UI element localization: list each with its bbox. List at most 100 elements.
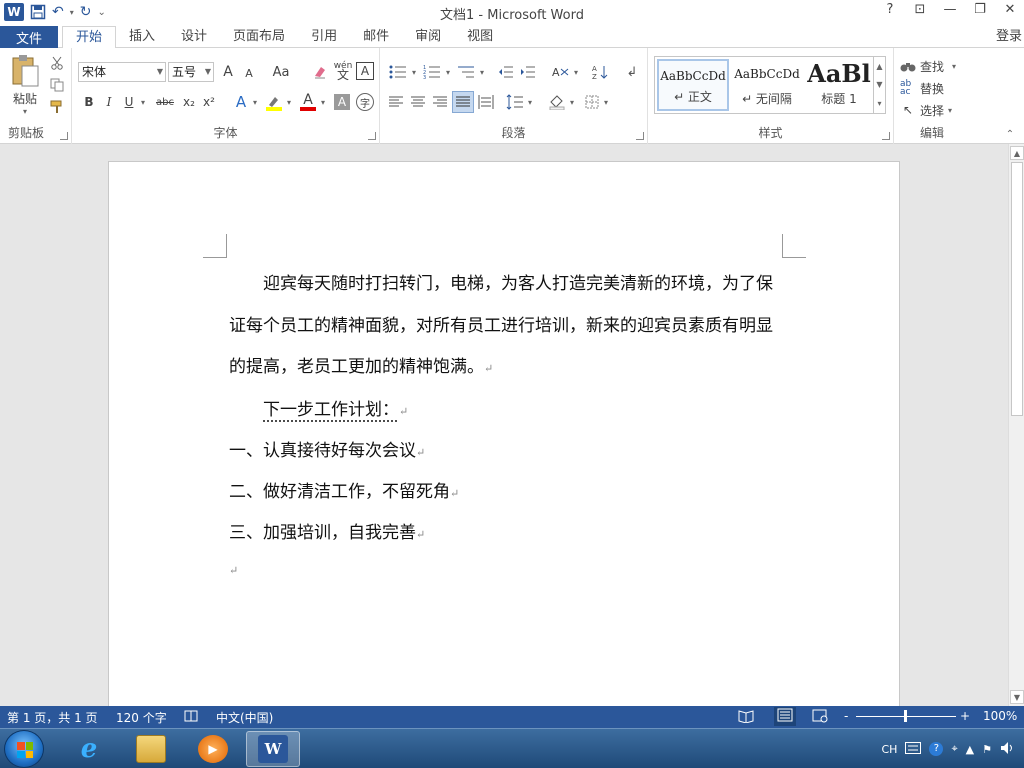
font-color-dropdown-icon[interactable]: ▾ — [318, 92, 328, 112]
paragraph[interactable]: 二、做好清洁工作，不留死角↵ — [229, 472, 785, 513]
close-button[interactable]: ✕ — [1000, 2, 1020, 17]
bullets-dropdown-icon[interactable]: ▾ — [410, 62, 418, 82]
decrease-indent-icon[interactable] — [496, 62, 516, 82]
highlight-dropdown-icon[interactable]: ▾ — [284, 92, 294, 112]
style-heading-1[interactable]: AaBl 标题 1 — [803, 59, 875, 111]
text-effects-dropdown-icon[interactable]: ▾ — [250, 92, 260, 112]
styles-scroll-down-icon[interactable]: ▼ — [876, 80, 882, 89]
collapse-ribbon-icon[interactable]: ⌃ — [1002, 128, 1018, 140]
borders-dropdown-icon[interactable]: ▾ — [602, 92, 610, 112]
scroll-down-icon[interactable]: ▼ — [1010, 690, 1024, 704]
format-painter-icon[interactable] — [48, 98, 66, 116]
asian-layout-icon[interactable]: A — [550, 62, 572, 82]
zoom-slider-thumb[interactable] — [904, 710, 907, 722]
numbering-dropdown-icon[interactable]: ▾ — [444, 62, 452, 82]
font-size-combo[interactable]: 五号 ▼ — [168, 62, 214, 82]
pin-icon[interactable]: ⌖ — [951, 742, 957, 756]
align-right-icon[interactable] — [430, 92, 450, 112]
tab-mailings[interactable]: 邮件 — [350, 26, 402, 48]
find-button[interactable]: 查找 ▾ — [900, 56, 966, 76]
scroll-thumb[interactable] — [1011, 162, 1023, 416]
tab-design[interactable]: 设计 — [168, 26, 220, 48]
subscript-button[interactable]: x₂ — [180, 92, 198, 112]
web-layout-icon[interactable] — [812, 709, 828, 726]
zoom-in-button[interactable]: + — [960, 709, 970, 723]
copy-icon[interactable] — [48, 76, 66, 94]
paragraph-launcher-icon[interactable] — [636, 132, 644, 140]
taskbar-word[interactable]: W — [246, 731, 300, 767]
tab-references[interactable]: 引用 — [298, 26, 350, 48]
bold-button[interactable]: B — [80, 92, 98, 112]
enclose-characters-button[interactable]: 字 — [356, 93, 374, 111]
shading-dropdown-icon[interactable]: ▾ — [568, 92, 576, 112]
document-page[interactable]: 迎宾每天随时打扫转门，电梯，为客人打造完美清新的环境，为了保证每个员工的精神面貌… — [108, 161, 900, 706]
font-name-combo[interactable]: 宋体 ▼ — [78, 62, 166, 82]
shading-icon[interactable] — [546, 92, 568, 112]
paragraph[interactable]: 下一步工作计划：↵ — [229, 390, 785, 431]
styles-more-icon[interactable]: ▾ — [877, 99, 881, 108]
paragraph[interactable]: 一、认真接待好每次会议↵ — [229, 431, 785, 472]
styles-scroll-up-icon[interactable]: ▲ — [876, 62, 882, 71]
taskbar-explorer[interactable] — [124, 731, 178, 767]
tab-page-layout[interactable]: 页面布局 — [220, 26, 298, 48]
show-hidden-icons[interactable]: ▲ — [966, 743, 974, 756]
help-button[interactable]: ? — [880, 2, 900, 17]
align-center-icon[interactable] — [408, 92, 428, 112]
tab-view[interactable]: 视图 — [454, 26, 506, 48]
character-shading-button[interactable]: A — [334, 94, 350, 110]
font-launcher-icon[interactable] — [368, 132, 376, 140]
line-spacing-icon[interactable] — [504, 92, 526, 112]
taskbar-ie[interactable]: e — [62, 731, 116, 767]
taskbar-media-player[interactable]: ▶ — [186, 731, 240, 767]
tab-home[interactable]: 开始 — [62, 26, 117, 49]
italic-button[interactable]: I — [100, 92, 118, 112]
paragraph[interactable]: ↵ — [229, 554, 785, 584]
clear-formatting-icon[interactable] — [310, 62, 330, 82]
print-layout-icon[interactable] — [774, 707, 796, 726]
grow-font-button[interactable]: A — [218, 62, 238, 82]
document-body[interactable]: 迎宾每天随时打扫转门，电梯，为客人打造完美清新的环境，为了保证每个员工的精神面貌… — [229, 264, 785, 584]
clipboard-launcher-icon[interactable] — [60, 132, 68, 140]
document-area[interactable]: 迎宾每天随时打扫转门，电梯，为客人打造完美清新的环境，为了保证每个员工的精神面貌… — [0, 144, 1008, 706]
zoom-out-button[interactable]: - — [844, 709, 848, 723]
language-indicator[interactable]: 中文(中国) — [216, 709, 273, 726]
distributed-icon[interactable] — [476, 92, 496, 112]
scroll-up-icon[interactable]: ▲ — [1010, 146, 1024, 160]
styles-launcher-icon[interactable] — [882, 132, 890, 140]
align-left-icon[interactable] — [386, 92, 406, 112]
highlight-icon[interactable] — [264, 92, 284, 112]
tab-review[interactable]: 审阅 — [402, 26, 454, 48]
multilevel-list-icon[interactable] — [454, 62, 478, 82]
minimize-button[interactable]: — — [940, 2, 960, 17]
sort-icon[interactable]: AZ — [590, 62, 610, 82]
multilevel-dropdown-icon[interactable]: ▾ — [478, 62, 486, 82]
strikethrough-button[interactable]: abc — [152, 92, 178, 112]
paste-dropdown-icon[interactable]: ▾ — [23, 107, 27, 116]
start-button[interactable] — [4, 730, 44, 768]
borders-icon[interactable] — [582, 92, 602, 112]
keyboard-icon[interactable] — [905, 741, 922, 757]
text-effects-button[interactable]: A — [232, 92, 250, 112]
style-normal[interactable]: AaBbCcDd ↵ 正文 — [657, 59, 729, 111]
read-mode-icon[interactable] — [738, 709, 754, 726]
tab-insert[interactable]: 插入 — [116, 26, 168, 48]
shrink-font-button[interactable]: A — [240, 64, 258, 82]
zoom-level[interactable]: 100% — [983, 709, 1017, 723]
asian-layout-dropdown-icon[interactable]: ▾ — [572, 62, 580, 82]
flag-icon[interactable]: ⚑ — [982, 743, 992, 756]
numbering-icon[interactable]: 123 — [420, 62, 444, 82]
volume-icon[interactable] — [1000, 741, 1016, 758]
word-count[interactable]: 120 个字 — [116, 709, 167, 726]
justify-icon[interactable] — [452, 91, 474, 113]
character-border-button[interactable]: A — [356, 62, 374, 80]
paste-button[interactable]: 粘贴 ▾ — [6, 54, 44, 116]
underline-button[interactable]: U — [120, 92, 138, 112]
select-button[interactable]: ↖ 选择 ▾ — [900, 100, 966, 120]
help-tray-icon[interactable]: ? — [929, 742, 944, 756]
style-no-spacing[interactable]: AaBbCcDd ↵ 无间隔 — [731, 59, 803, 111]
page-count[interactable]: 第 1 页，共 1 页 — [7, 709, 98, 726]
paragraph[interactable]: 三、加强培训，自我完善↵ — [229, 513, 785, 554]
line-spacing-dropdown-icon[interactable]: ▾ — [526, 92, 534, 112]
proofing-icon[interactable] — [184, 709, 198, 726]
phonetic-guide-button[interactable]: wén 文 — [332, 60, 354, 82]
